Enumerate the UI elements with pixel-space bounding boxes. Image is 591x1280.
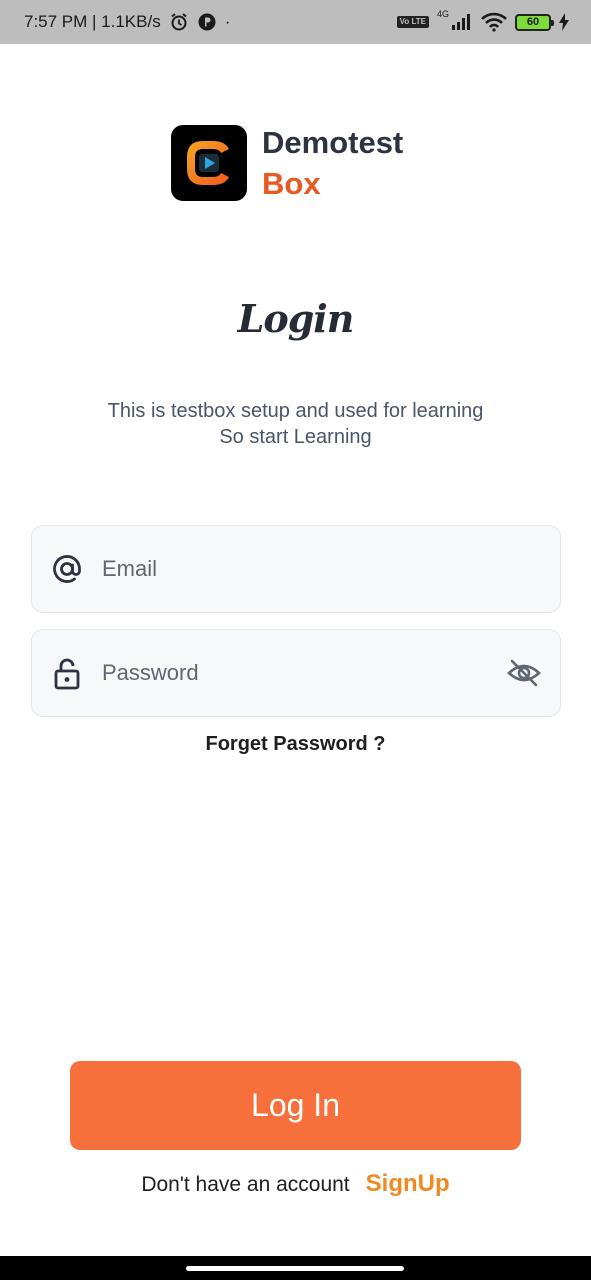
volte-icon: Vo LTE [396,16,429,28]
subtitle-line-2: So start Learning [219,426,372,448]
status-bar: 7:57 PM | 1.1KB/s · Vo LTE 4G 60 [0,0,591,44]
password-field[interactable] [31,629,561,717]
status-dot: · [224,12,231,31]
status-right: Vo LTE 4G 60 [396,9,569,32]
login-screen: 7:57 PM | 1.1KB/s · Vo LTE 4G 60 Demotes… [0,0,591,1280]
password-input[interactable] [102,660,506,686]
brand-name-line2: Box [262,166,321,201]
brand-logo: Demotest Box [171,122,403,204]
email-input[interactable] [102,556,542,582]
page-title: Login [237,296,355,341]
home-indicator[interactable] [186,1266,404,1271]
network-type: 4G [436,9,449,19]
email-field[interactable] [31,525,561,613]
wifi-icon [481,12,507,32]
signup-link[interactable]: SignUp [366,1170,450,1198]
login-button[interactable]: Log In [70,1061,521,1150]
at-icon [50,552,84,586]
eye-off-icon[interactable] [506,655,542,691]
app-logo-icon [171,125,247,201]
page-subtitle: This is testbox setup and used for learn… [0,398,591,450]
lock-icon [50,656,84,690]
alarm-icon [169,12,189,32]
status-left: 7:57 PM | 1.1KB/s · [24,12,230,32]
brand-name-line1: Demotest [262,125,404,160]
signup-row: Don't have an account SignUp [0,1170,591,1198]
app-notification-icon [197,12,217,32]
subtitle-line-1: This is testbox setup and used for learn… [107,400,484,422]
brand-name: Demotest Box [262,122,403,204]
signup-prompt: Don't have an account [141,1173,350,1196]
battery-icon: 60 [515,13,554,31]
status-time-speed: 7:57 PM | 1.1KB/s [24,12,161,31]
signal-icon [451,13,473,31]
charging-icon [559,13,569,31]
forget-password-link[interactable]: Forget Password ? [0,733,591,756]
battery-level: 60 [526,16,540,28]
system-nav-bar [0,1256,591,1280]
